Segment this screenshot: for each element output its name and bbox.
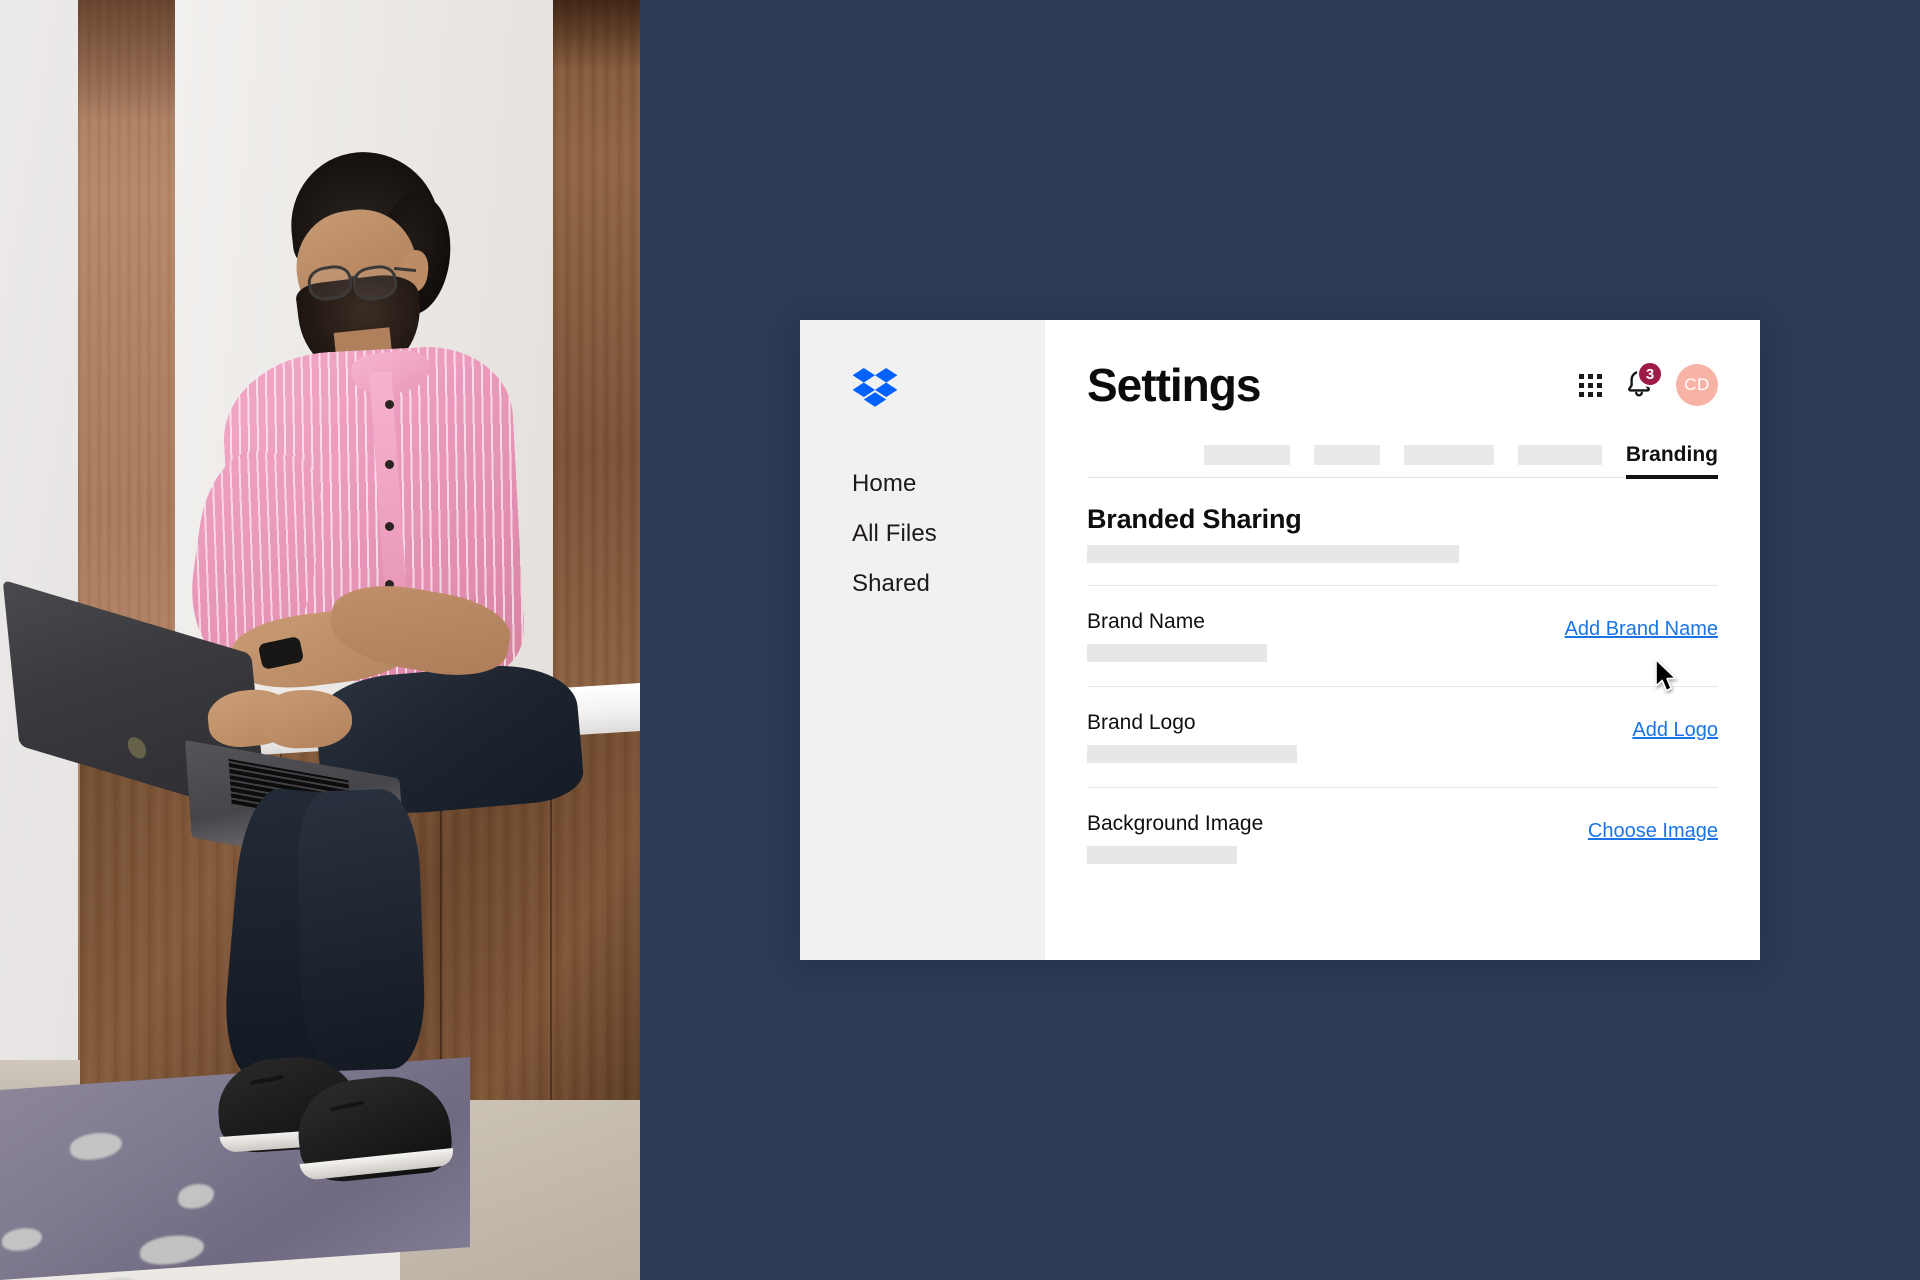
row-label: Brand Name [1087, 610, 1205, 633]
add-brand-name-link[interactable]: Add Brand Name [1565, 618, 1718, 641]
apps-grid-icon[interactable] [1579, 373, 1602, 397]
row-brand-logo: Brand Logo Add Logo [1087, 687, 1718, 787]
dropbox-logo[interactable] [852, 368, 898, 410]
section-description-placeholder [1087, 545, 1459, 563]
tab-placeholder-2[interactable] [1313, 445, 1380, 465]
sidebar-item-shared[interactable]: Shared [852, 572, 1045, 596]
row-brand-name: Brand Name Add Brand Name [1087, 586, 1718, 686]
section-title: Branded Sharing [1087, 504, 1302, 534]
row-value-placeholder [1087, 745, 1297, 764]
tab-placeholder-1[interactable] [1203, 445, 1290, 465]
shirt-button [385, 400, 394, 409]
settings-tab-bar: Branding [1087, 436, 1718, 479]
page-title: Settings [1087, 359, 1261, 411]
sidebar-nav: Home All Files Shared [852, 472, 1045, 596]
row-background-image-left: Background Image [1087, 812, 1264, 865]
app-sidebar: Home All Files Shared [800, 320, 1045, 960]
notification-badge: 3 [1637, 361, 1663, 387]
add-logo-link[interactable]: Add Logo [1632, 719, 1718, 742]
sidebar-item-all-files[interactable]: All Files [852, 522, 1045, 546]
tab-placeholder-4[interactable] [1517, 445, 1602, 465]
choose-image-link[interactable]: Choose Image [1588, 820, 1718, 843]
row-label: Background Image [1087, 812, 1264, 836]
row-brand-name-left: Brand Name [1087, 610, 1267, 663]
app-main: Settings 3 CD Branding Branded Sharing B… [1045, 320, 1760, 960]
tab-placeholder-3[interactable] [1403, 445, 1494, 465]
sidebar-item-home[interactable]: Home [852, 472, 1045, 496]
main-header: Settings 3 CD [1087, 359, 1718, 411]
leg-right [295, 787, 427, 1073]
header-actions: 3 CD [1579, 361, 1718, 406]
avatar[interactable]: CD [1676, 364, 1718, 406]
row-background-image: Background Image Choose Image [1087, 788, 1718, 888]
row-value-placeholder [1087, 644, 1267, 663]
notification-bell-icon[interactable]: 3 [1624, 361, 1663, 401]
dropbox-settings-window: Home All Files Shared Settings 3 CD Bran… [800, 320, 1760, 960]
row-label: Brand Logo [1087, 711, 1196, 735]
person [0, 0, 640, 1280]
hero-photo [0, 0, 640, 1280]
branded-sharing-section: Branded Sharing [1087, 478, 1718, 563]
row-value-placeholder [1087, 846, 1237, 865]
shirt-button [385, 460, 394, 469]
tab-branding[interactable]: Branding [1625, 443, 1718, 479]
shirt-button [385, 522, 394, 531]
row-brand-logo-left: Brand Logo [1087, 711, 1297, 764]
